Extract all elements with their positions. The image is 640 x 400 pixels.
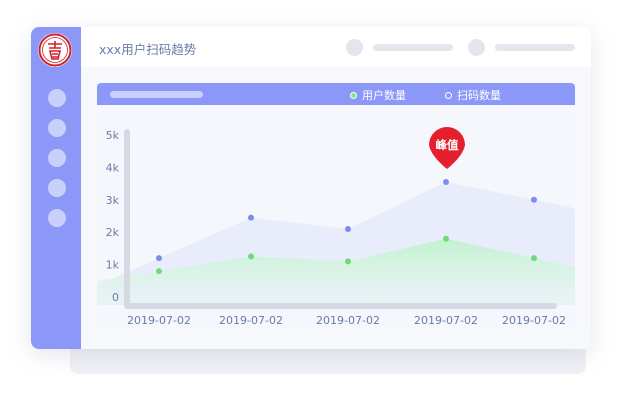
legend-label-users: 用户数量 bbox=[362, 89, 406, 102]
scan-count-point bbox=[531, 196, 537, 203]
page-title: xxx用户扫码趋势 bbox=[99, 42, 197, 57]
placeholder-avatar-1[interactable] bbox=[346, 39, 363, 56]
nav-item-2[interactable] bbox=[48, 119, 66, 137]
scan-count-point bbox=[443, 179, 449, 185]
app-window: xxx用户扫码趋势 用户数量 扫码数量 0 1k 2k 3k 4k 5k 201… bbox=[31, 27, 591, 349]
x-tick-label: 2019-07-02 bbox=[502, 314, 566, 327]
y-tick-label: 1k bbox=[106, 259, 120, 272]
nav-item-4[interactable] bbox=[48, 179, 66, 197]
sidebar bbox=[31, 27, 81, 349]
placeholder-avatar-2[interactable] bbox=[468, 39, 485, 56]
chart-panel: 用户数量 扫码数量 0 1k 2k 3k 4k 5k 2019-07-02 20… bbox=[97, 83, 575, 329]
y-tick-label: 4k bbox=[106, 161, 120, 174]
y-tick-label: 5k bbox=[106, 129, 120, 142]
x-tick-label: 2019-07-02 bbox=[127, 314, 191, 327]
x-tick-label: 2019-07-02 bbox=[219, 314, 283, 327]
scan-count-point bbox=[156, 255, 162, 262]
placeholder-bar-2 bbox=[495, 44, 575, 51]
placeholder-bar-1 bbox=[373, 44, 453, 51]
header-placeholder-bar bbox=[110, 91, 203, 98]
nav-item-5[interactable] bbox=[48, 209, 66, 227]
legend-dot-icon bbox=[350, 92, 357, 99]
user-count-point bbox=[345, 258, 351, 265]
peak-label: 峰值 bbox=[436, 138, 459, 152]
logo bbox=[38, 33, 72, 67]
x-tick-label: 2019-07-02 bbox=[316, 314, 380, 327]
user-count-point bbox=[443, 235, 449, 242]
scan-count-point bbox=[248, 214, 254, 221]
legend-item-scans[interactable]: 扫码数量 bbox=[445, 87, 501, 103]
main-content: xxx用户扫码趋势 用户数量 扫码数量 0 1k 2k 3k 4k 5k 201… bbox=[81, 27, 591, 349]
seal-logo-icon bbox=[38, 33, 72, 67]
x-tick-label: 2019-07-02 bbox=[414, 314, 478, 327]
user-count-point bbox=[531, 255, 537, 262]
trend-chart: 0 1k 2k 3k 4k 5k 2019-07-02 2019-07-02 2019-07-… bbox=[97, 126, 575, 327]
user-count-point bbox=[156, 268, 162, 275]
x-axis-line bbox=[124, 303, 557, 309]
scan-count-point bbox=[345, 226, 351, 232]
chart-header: 用户数量 扫码数量 bbox=[97, 83, 575, 105]
legend-item-users[interactable]: 用户数量 bbox=[350, 87, 406, 103]
y-tick-label: 3k bbox=[106, 194, 120, 207]
nav-item-1[interactable] bbox=[48, 89, 66, 107]
top-bar: xxx用户扫码趋势 bbox=[81, 27, 591, 67]
y-tick-label: 0 bbox=[112, 291, 119, 304]
legend-label-scans: 扫码数量 bbox=[457, 89, 501, 102]
legend-ring-icon bbox=[445, 92, 452, 99]
y-axis-line bbox=[124, 129, 130, 309]
nav-item-3[interactable] bbox=[48, 149, 66, 167]
y-tick-label: 2k bbox=[106, 226, 120, 239]
user-count-point bbox=[248, 253, 254, 260]
